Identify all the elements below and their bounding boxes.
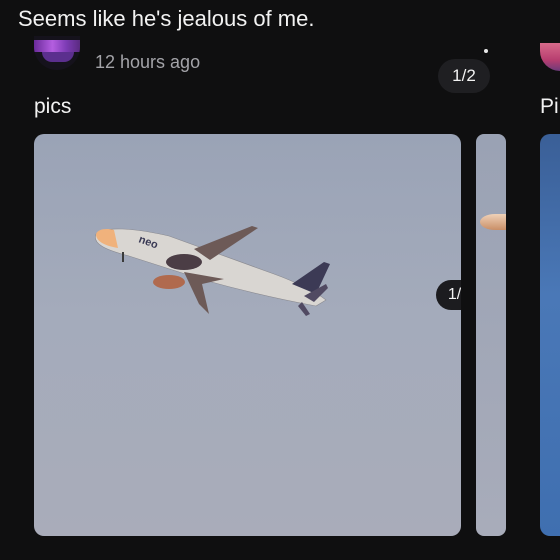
next-album-photo[interactable] xyxy=(540,134,560,536)
post-caption: Seems like he's jealous of me. xyxy=(18,6,315,31)
avatar-image-band xyxy=(34,40,80,52)
next-photo-peek[interactable] xyxy=(476,134,506,536)
more-dot-icon[interactable] xyxy=(484,49,488,53)
next-user-avatar[interactable] xyxy=(540,43,560,71)
post-viewer: Seems like he's jealous of me. 12 hours … xyxy=(0,0,560,560)
album-counter-badge: 1/2 xyxy=(438,59,490,93)
next-album-title: Pi xyxy=(540,95,559,118)
album-photo[interactable]: neo 1/3 xyxy=(34,134,461,536)
airplane-nose-peek xyxy=(480,214,506,230)
avatar-image-lower xyxy=(42,52,74,62)
user-avatar[interactable] xyxy=(34,36,80,70)
airplane-shape xyxy=(95,226,330,316)
post-timestamp: 12 hours ago xyxy=(95,52,201,72)
airplane-photo: neo xyxy=(95,226,330,316)
album-title: pics xyxy=(34,95,72,118)
photo-counter-badge: 1/3 xyxy=(436,280,461,310)
